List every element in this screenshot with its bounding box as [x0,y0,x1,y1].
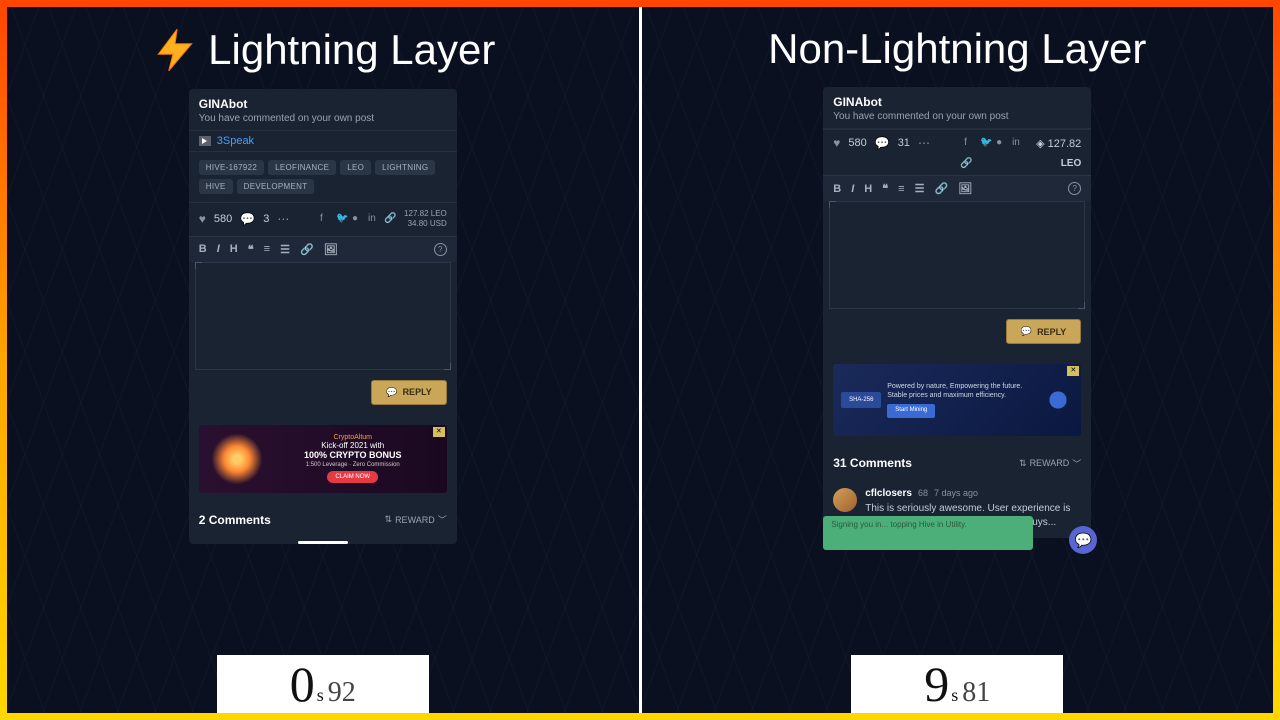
sort-dropdown[interactable]: ⇅ REWARD ﹀ [385,513,447,526]
ol-icon[interactable]: ≡ [898,183,904,195]
ad-banner[interactable]: ✕ SHA-256 Powered by nature, Empowering … [833,364,1081,436]
lightning-pane: Lightning Layer GINAbot You have comment… [7,7,642,713]
stats-row: ♥ 580 💬 3 ⋯ f 🐦 ● in 🔗 127.82 LEO 34.80 … [189,202,457,236]
amount: 127.82 LEO 34.80 USD [404,209,447,230]
post-card: GINAbot You have commented on your own p… [189,89,457,544]
notif-user: GINAbot [833,95,1081,109]
toast: Signing you in... topping Hive in Utilit… [823,516,1033,550]
quote-icon[interactable]: ❝ [248,243,254,256]
notif-msg: You have commented on your own post [199,113,447,124]
ul-icon[interactable]: ☰ [280,243,290,256]
pane-title: Lightning Layer [7,7,639,89]
editor-toolbar: B I H ❝ ≡ ☰ 🔗 🖼 ? [823,175,1091,201]
comment-icon[interactable]: 💬 [875,136,890,150]
tag[interactable]: HIVE-167922 [199,160,264,175]
start-mining-button[interactable]: Start Mining [887,404,935,418]
help-icon[interactable]: ? [434,243,447,256]
editor-toolbar: B I H ❝ ≡ ☰ 🔗 🖼 ? [189,236,457,262]
comment-textarea[interactable] [195,262,451,370]
tag[interactable]: DEVELOPMENT [237,179,315,194]
twitter-icon[interactable]: 🐦 [980,137,992,149]
comment-item: cflclosers 68 7 days ago This is serious… [823,480,1091,538]
help-icon[interactable]: ? [1068,182,1081,195]
pane-title: Non-Lightning Layer [642,7,1274,87]
avatar[interactable] [833,488,857,512]
ad-close-icon[interactable]: ✕ [1067,366,1079,376]
ad-close-icon[interactable]: ✕ [433,427,445,437]
comments-count: 3 [263,213,269,225]
reply-button[interactable]: REPLY [1006,319,1081,344]
drag-handle[interactable] [298,541,348,544]
ol-icon[interactable]: ≡ [264,243,270,255]
more-icon[interactable]: ⋯ [918,136,930,150]
notification: GINAbot You have commented on your own p… [823,87,1091,129]
reddit-icon[interactable]: ● [996,137,1008,149]
notif-msg: You have commented on your own post [833,111,1081,122]
fireworks-icon [207,429,267,489]
timestamp: 7 days ago [934,488,978,498]
likes: 580 [214,213,232,225]
notification: GINAbot You have commented on your own p… [189,89,457,131]
socials: f 🐦 ● in [964,137,1024,149]
bold-icon[interactable]: B [199,243,207,255]
comment-user[interactable]: cflclosers [865,488,912,499]
twitter-icon[interactable]: 🐦 [336,213,348,225]
linkedin-icon[interactable]: in [1012,137,1024,149]
socials: f 🐦 ● in 🔗 [320,213,396,225]
miner-icon [1043,385,1073,415]
bold-icon[interactable]: B [833,183,841,195]
comment-textarea[interactable] [829,201,1085,309]
tag[interactable]: LIGHTNING [375,160,435,175]
lightning-icon [150,25,200,75]
notif-user: GINAbot [199,97,447,111]
reddit-icon[interactable]: ● [352,213,364,225]
italic-icon[interactable]: I [217,243,220,255]
link-tool-icon[interactable]: 🔗 [934,182,948,195]
comments-header: 2 Comments ⇅ REWARD ﹀ [189,503,457,537]
sha-logo: SHA-256 [841,392,881,408]
quote-icon[interactable]: ❝ [882,182,888,195]
italic-icon[interactable]: I [851,183,854,195]
link-icon[interactable]: 🔗 [384,213,396,225]
amount: ◈ 127.82 [1036,137,1081,150]
ad-banner[interactable]: ✕ CryptoAltum Kick-off 2021 with 100% CR… [199,425,447,493]
comments-header: 31 Comments ⇅ REWARD ﹀ [823,446,1091,480]
reputation: 68 [918,488,928,498]
image-tool-icon[interactable]: 🖼 [324,243,338,256]
heart-icon[interactable]: ♥ [833,136,840,150]
tag[interactable]: LEO [340,160,371,175]
heading-icon[interactable]: H [864,183,872,195]
likes: 580 [848,137,866,149]
more-icon[interactable]: ⋯ [277,212,289,226]
comments-count: 31 [898,137,910,149]
play-icon [199,136,211,146]
link-tool-icon[interactable]: 🔗 [300,243,314,256]
ul-icon[interactable]: ☰ [915,182,925,195]
claim-button[interactable]: CLAIM NOW [327,471,378,483]
timer: 0s 92 [217,655,429,713]
facebook-icon[interactable]: f [320,213,332,225]
stats-row: ♥ 580 💬 31 ⋯ f 🐦 ● in ◈ 127.82 🔗LEO [823,129,1091,175]
speak-row[interactable]: 3Speak [189,131,457,152]
heart-icon[interactable]: ♥ [199,212,206,226]
image-tool-icon[interactable]: 🖼 [958,182,972,195]
tag[interactable]: HIVE [199,179,233,194]
reply-button[interactable]: REPLY [371,380,446,405]
tag[interactable]: LEOFINANCE [268,160,336,175]
facebook-icon[interactable]: f [964,137,976,149]
post-card: GINAbot You have commented on your own p… [823,87,1091,538]
tags: HIVE-167922 LEOFINANCE LEO LIGHTNING HIV… [189,152,457,202]
sort-dropdown[interactable]: ⇅ REWARD ﹀ [1019,457,1081,470]
timer: 9s 81 [851,655,1063,713]
3speak-link[interactable]: 3Speak [217,135,254,147]
non-lightning-pane: Non-Lightning Layer GINAbot You have com… [642,7,1274,713]
heading-icon[interactable]: H [230,243,238,255]
comment-icon[interactable]: 💬 [240,212,255,226]
linkedin-icon[interactable]: in [368,213,380,225]
